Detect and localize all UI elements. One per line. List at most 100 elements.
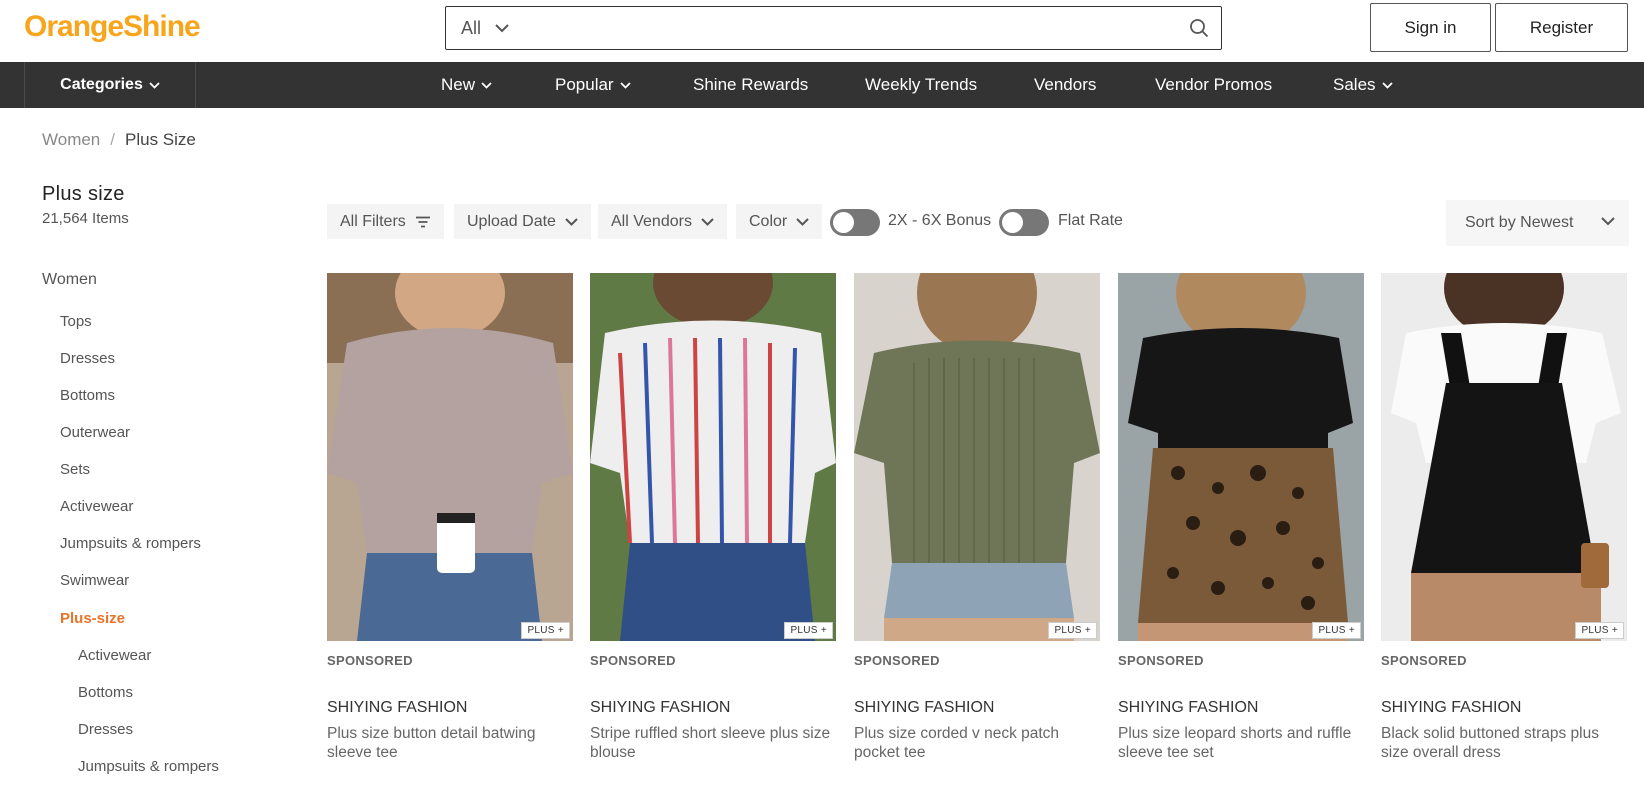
chevron-down-icon: [619, 81, 631, 89]
plus-badge: PLUS +: [784, 622, 833, 639]
flat-rate-toggle-label: Flat Rate: [1058, 212, 1123, 229]
nav-shine-rewards[interactable]: Shine Rewards: [693, 62, 808, 108]
logo-text-shine: Shine: [123, 10, 201, 43]
sidebar-subitem-activewear[interactable]: Activewear: [78, 647, 151, 664]
all-filters-label: All Filters: [340, 212, 406, 230]
product-card: PLUS + SPONSORED SHIYING FASHION Plus si…: [327, 273, 573, 761]
product-image[interactable]: PLUS +: [1118, 273, 1364, 641]
product-photo-olive-tee: [854, 273, 1100, 641]
flat-rate-toggle[interactable]: [999, 209, 1049, 236]
register-button[interactable]: Register: [1495, 3, 1628, 52]
chevron-down-icon: [565, 217, 578, 226]
nav-weekly-trends[interactable]: Weekly Trends: [865, 62, 977, 108]
chevron-down-icon: [495, 23, 509, 32]
site-logo[interactable]: OrangeShine: [24, 10, 201, 44]
product-vendor[interactable]: SHIYING FASHION: [327, 699, 467, 717]
product-image[interactable]: PLUS +: [327, 273, 573, 641]
sidebar-item-women[interactable]: Women: [42, 271, 97, 289]
breadcrumb-current: Plus Size: [125, 130, 196, 149]
sort-dropdown[interactable]: Sort by Newest: [1446, 200, 1629, 246]
sidebar-item-bottoms[interactable]: Bottoms: [60, 387, 115, 404]
logo-text-orange: Orange: [24, 10, 124, 43]
filter-lines-icon: [415, 216, 430, 227]
product-card: PLUS + SPONSORED SHIYING FASHION Stripe …: [590, 273, 836, 761]
chevron-down-icon: [1601, 217, 1615, 226]
search-button[interactable]: [1177, 7, 1221, 49]
product-photo-overall-dress: [1381, 273, 1627, 641]
product-name[interactable]: Black solid buttoned straps plus size ov…: [1381, 724, 1627, 762]
sidebar-subitem-bottoms[interactable]: Bottoms: [78, 684, 133, 701]
product-vendor[interactable]: SHIYING FASHION: [1118, 699, 1258, 717]
product-image[interactable]: PLUS +: [1381, 273, 1627, 641]
bonus-toggle-label: 2X - 6X Bonus: [888, 212, 992, 229]
product-name[interactable]: Plus size leopard shorts and ruffle slee…: [1118, 724, 1364, 762]
nav-vendor-promos[interactable]: Vendor Promos: [1155, 62, 1272, 108]
sidebar-item-swimwear[interactable]: Swimwear: [60, 572, 129, 589]
sponsored-label: SPONSORED: [590, 653, 676, 668]
chevron-down-icon: [701, 217, 714, 226]
bonus-toggle[interactable]: [830, 209, 880, 236]
search-input[interactable]: [509, 7, 1177, 49]
sponsored-label: SPONSORED: [854, 653, 940, 668]
sponsored-label: SPONSORED: [327, 653, 413, 668]
sidebar-subitem-dresses[interactable]: Dresses: [78, 721, 133, 738]
nav-sales-label: Sales: [1333, 75, 1376, 94]
all-vendors-filter[interactable]: All Vendors: [598, 204, 727, 239]
page-title: Plus size: [42, 183, 125, 205]
color-filter-label: Color: [749, 212, 788, 230]
product-card: PLUS + SPONSORED SHIYING FASHION Black s…: [1381, 273, 1627, 761]
breadcrumb-women[interactable]: Women: [42, 130, 100, 150]
plus-badge: PLUS +: [1048, 622, 1097, 639]
search-category-select[interactable]: All: [446, 7, 509, 49]
nav-vendors[interactable]: Vendors: [1034, 62, 1096, 108]
product-card: PLUS + SPONSORED SHIYING FASHION Plus si…: [1118, 273, 1364, 761]
nav-popular[interactable]: Popular: [555, 62, 631, 108]
sponsored-label: SPONSORED: [1118, 653, 1204, 668]
breadcrumb-separator: /: [110, 130, 115, 149]
sidebar-item-sets[interactable]: Sets: [60, 461, 90, 478]
nav-new[interactable]: New: [441, 62, 492, 108]
product-name[interactable]: Stripe ruffled short sleeve plus size bl…: [590, 724, 836, 762]
color-filter[interactable]: Color: [736, 204, 823, 239]
plus-badge: PLUS +: [1312, 622, 1361, 639]
chevron-down-icon: [796, 217, 809, 226]
item-count: 21,564 Items: [42, 210, 129, 227]
product-vendor[interactable]: SHIYING FASHION: [1381, 699, 1521, 717]
search-category-label: All: [461, 17, 482, 38]
search-bar: All: [445, 6, 1222, 50]
sidebar-subitem-jumpsuits-rompers[interactable]: Jumpsuits & rompers: [78, 758, 219, 775]
sidebar-item-outerwear[interactable]: Outerwear: [60, 424, 130, 441]
upload-date-label: Upload Date: [467, 212, 556, 230]
product-vendor[interactable]: SHIYING FASHION: [590, 699, 730, 717]
product-photo-tee-mauve: [327, 273, 573, 641]
product-image[interactable]: PLUS +: [854, 273, 1100, 641]
product-photo-stripe-blouse: [590, 273, 836, 641]
nav-new-label: New: [441, 75, 476, 94]
plus-badge: PLUS +: [1575, 622, 1624, 639]
chevron-down-icon: [1381, 81, 1393, 89]
chevron-down-icon: [149, 81, 160, 89]
categories-menu[interactable]: Categories: [24, 62, 196, 108]
sidebar-item-dresses[interactable]: Dresses: [60, 350, 115, 367]
all-filters-button[interactable]: All Filters: [327, 204, 444, 239]
search-icon: [1190, 19, 1209, 38]
upload-date-filter[interactable]: Upload Date: [454, 204, 591, 239]
sidebar-item-tops[interactable]: Tops: [60, 313, 92, 330]
sidebar-item-jumpsuits-rompers[interactable]: Jumpsuits & rompers: [60, 535, 201, 552]
product-card: PLUS + SPONSORED SHIYING FASHION Plus si…: [854, 273, 1100, 761]
toggle-knob: [833, 212, 854, 233]
product-name[interactable]: Plus size button detail batwing sleeve t…: [327, 724, 573, 762]
categories-label: Categories: [60, 76, 143, 93]
sidebar-item-plus-size[interactable]: Plus-size: [60, 610, 125, 627]
site-header: OrangeShine All Sign in Register: [0, 0, 1644, 62]
sponsored-label: SPONSORED: [1381, 653, 1467, 668]
plus-badge: PLUS +: [521, 622, 570, 639]
product-image[interactable]: PLUS +: [590, 273, 836, 641]
product-name[interactable]: Plus size corded v neck patch pocket tee: [854, 724, 1100, 762]
nav-sales[interactable]: Sales: [1333, 62, 1393, 108]
product-photo-leopard-set: [1118, 273, 1364, 641]
product-vendor[interactable]: SHIYING FASHION: [854, 699, 994, 717]
sidebar-item-activewear[interactable]: Activewear: [60, 498, 133, 515]
sign-in-button[interactable]: Sign in: [1370, 3, 1491, 52]
main-navbar: Categories New Popular Shine Rewards Wee…: [0, 62, 1644, 108]
